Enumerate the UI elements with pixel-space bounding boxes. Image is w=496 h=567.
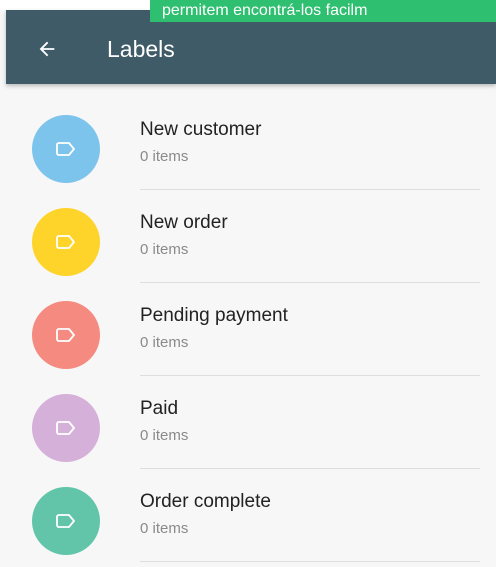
label-name: Order complete xyxy=(140,491,271,512)
label-count: 0 items xyxy=(140,334,189,351)
label-item-new-customer[interactable]: New customer 0 items xyxy=(6,84,496,190)
label-tag-icon xyxy=(56,328,75,342)
label-avatar xyxy=(32,301,100,369)
label-count: 0 items xyxy=(140,241,189,258)
label-item-new-order[interactable]: New order 0 items xyxy=(6,177,496,283)
label-avatar xyxy=(32,394,100,462)
page-title: Labels xyxy=(107,36,175,62)
label-tag-icon xyxy=(56,421,75,435)
label-text: Order complete 0 items xyxy=(140,490,271,539)
arrow-back-icon xyxy=(39,41,55,57)
label-text: New order 0 items xyxy=(140,211,228,260)
label-avatar xyxy=(32,115,100,183)
label-count: 0 items xyxy=(140,148,189,165)
label-tag-icon xyxy=(56,235,75,249)
label-name: New customer xyxy=(140,119,262,140)
banner-text: permitem encontrá-los facilm xyxy=(162,2,368,19)
label-text: Paid 0 items xyxy=(140,397,188,446)
label-text: Pending payment 0 items xyxy=(140,304,288,353)
label-item-pending-payment[interactable]: Pending payment 0 items xyxy=(6,270,496,376)
label-name: New order xyxy=(140,212,228,233)
label-tag-icon xyxy=(56,514,75,528)
label-avatar xyxy=(32,208,100,276)
labels-list: New customer 0 items New order 0 items P… xyxy=(6,84,496,562)
overlay-caption-banner: permitem encontrá-los facilm xyxy=(150,0,496,22)
label-name: Paid xyxy=(140,398,179,419)
list-divider xyxy=(140,561,480,562)
label-tag-icon xyxy=(56,142,75,156)
label-count: 0 items xyxy=(140,520,189,537)
label-item-paid[interactable]: Paid 0 items xyxy=(6,363,496,469)
label-name: Pending payment xyxy=(140,305,288,326)
label-count: 0 items xyxy=(140,427,189,444)
label-avatar xyxy=(32,487,100,555)
back-button[interactable] xyxy=(30,32,64,66)
label-text: New customer 0 items xyxy=(140,118,261,167)
label-item-order-complete[interactable]: Order complete 0 items xyxy=(6,456,496,562)
